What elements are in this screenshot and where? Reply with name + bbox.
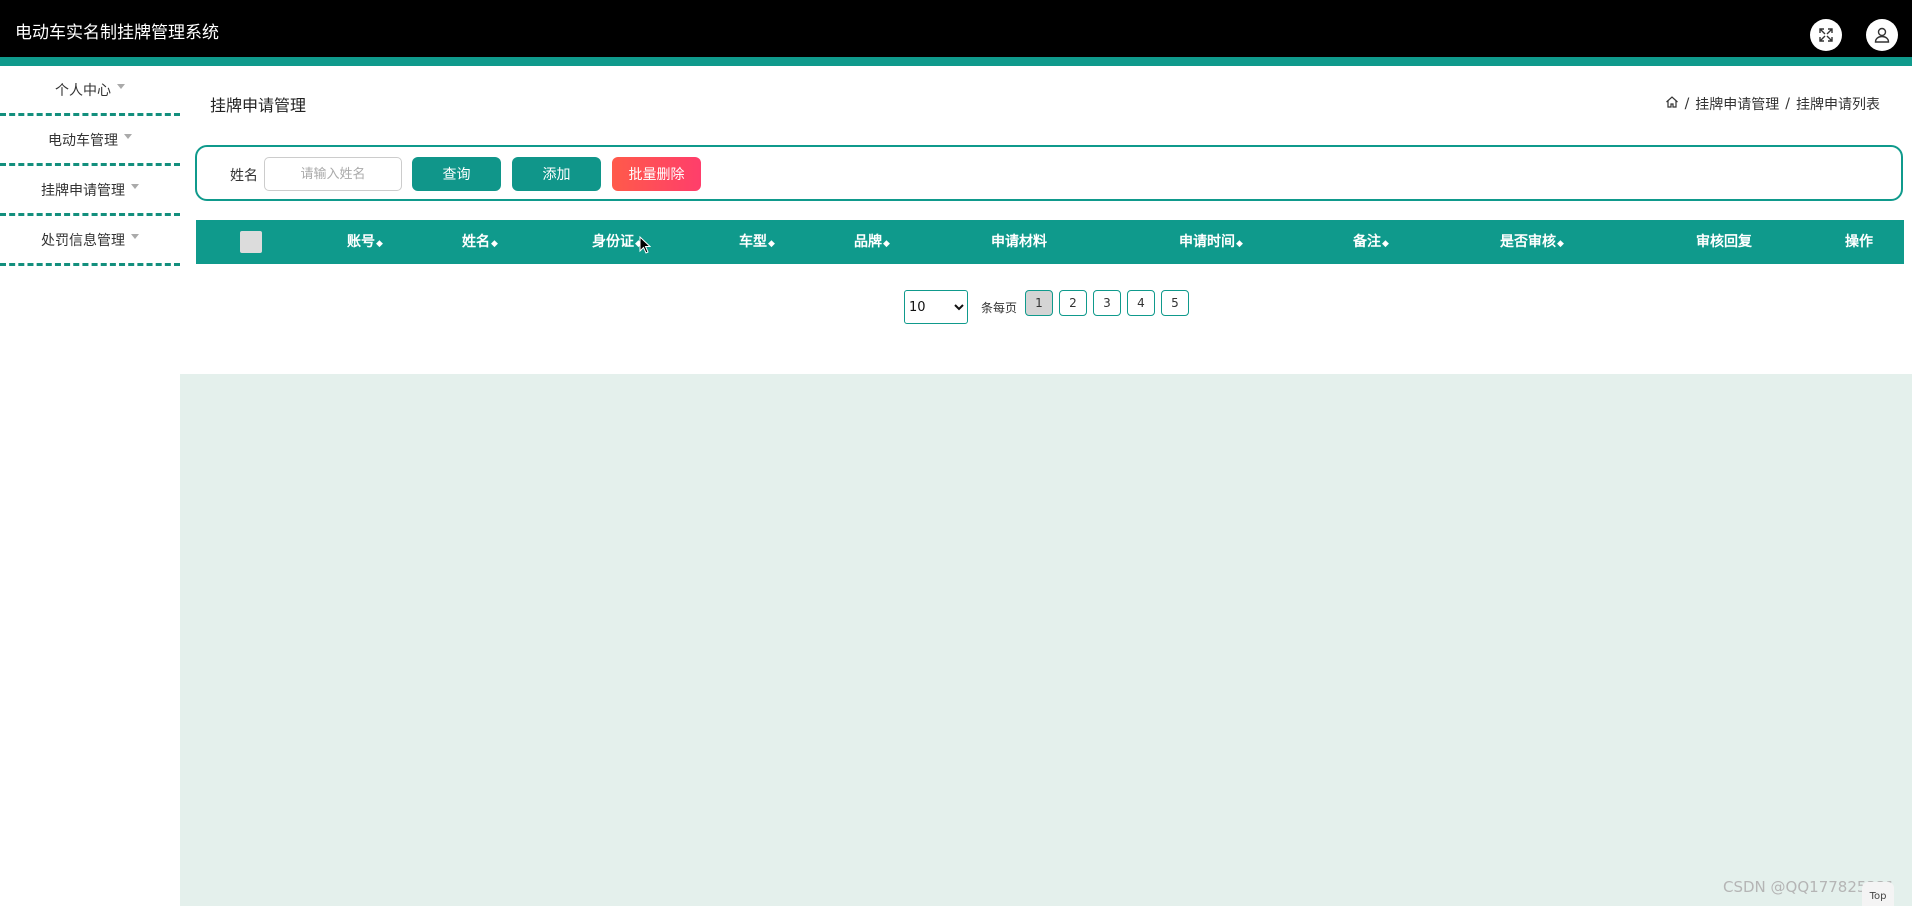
column-header-label: 账号: [347, 234, 376, 250]
caret-down-icon: [124, 134, 132, 139]
user-icon[interactable]: [1866, 19, 1898, 51]
page-button-4[interactable]: 4: [1127, 290, 1155, 316]
home-icon[interactable]: [1665, 95, 1679, 113]
column-header-label: 身份证: [592, 234, 635, 250]
sort-icon: ◆: [376, 239, 383, 249]
sort-icon: ◆: [768, 239, 775, 249]
mouse-cursor-icon: [639, 235, 652, 258]
page-button-3[interactable]: 3: [1093, 290, 1121, 316]
column-header-label: 申请材料: [991, 234, 1047, 250]
search-panel: 姓名 查询 添加 批量删除: [195, 145, 1903, 201]
breadcrumb-item: 挂牌申请列表: [1796, 97, 1880, 113]
sidebar-item-label: 个人中心: [55, 82, 111, 99]
column-header-vehicle-type[interactable]: 车型◆: [739, 220, 775, 264]
breadcrumb-separator: /: [1684, 96, 1690, 112]
sidebar-item-plate-application[interactable]: 挂牌申请管理: [0, 166, 180, 216]
sidebar-item-label: 处罚信息管理: [41, 232, 125, 249]
caret-down-icon: [117, 84, 125, 89]
sidebar-item-label: 挂牌申请管理: [41, 182, 125, 199]
column-header-materials: 申请材料: [991, 220, 1047, 264]
page-size-select[interactable]: 10: [904, 290, 968, 324]
add-button[interactable]: 添加: [512, 157, 601, 191]
caret-down-icon: [131, 234, 139, 239]
sidebar-item-penalty-info[interactable]: 处罚信息管理: [0, 216, 180, 266]
content-background: [180, 374, 1912, 906]
sort-icon: ◆: [1382, 239, 1389, 249]
page-button-5[interactable]: 5: [1161, 290, 1189, 316]
column-header-is-reviewed[interactable]: 是否审核◆: [1500, 220, 1564, 264]
top-header: 电动车实名制挂牌管理系统: [0, 0, 1912, 66]
column-header-review-reply: 审核回复: [1696, 220, 1752, 264]
column-header-label: 是否审核: [1500, 234, 1557, 250]
app-title: 电动车实名制挂牌管理系统: [15, 23, 219, 43]
column-header-label: 车型: [739, 234, 768, 250]
page-button-1[interactable]: 1: [1025, 290, 1053, 316]
column-header-name[interactable]: 姓名◆: [462, 220, 498, 264]
back-to-top-button[interactable]: Top: [1862, 882, 1894, 906]
column-header-brand[interactable]: 品牌◆: [854, 220, 890, 264]
per-page-label: 条每页: [981, 301, 1018, 315]
sort-icon: ◆: [491, 239, 498, 249]
table-header: 账号◆ 姓名◆ 身份证◆ 车型◆ 品牌◆ 申请材料 申请时间◆ 备注◆ 是否审核…: [196, 220, 1904, 264]
page-title: 挂牌申请管理: [210, 96, 307, 115]
column-header-label: 备注: [1353, 234, 1382, 250]
breadcrumb-item[interactable]: 挂牌申请管理: [1695, 94, 1779, 114]
column-header-apply-time[interactable]: 申请时间◆: [1179, 220, 1243, 264]
column-header-id-card[interactable]: 身份证◆: [592, 220, 642, 264]
name-label: 姓名: [230, 168, 258, 184]
column-header-label: 操作: [1845, 234, 1873, 250]
column-header-remark[interactable]: 备注◆: [1353, 220, 1389, 264]
sort-icon: ◆: [1236, 239, 1243, 249]
sidebar: 个人中心 电动车管理 挂牌申请管理 处罚信息管理: [0, 66, 180, 266]
caret-down-icon: [131, 184, 139, 189]
column-header-actions: 操作: [1845, 220, 1873, 264]
expand-icon[interactable]: [1810, 19, 1842, 51]
sort-icon: ◆: [883, 239, 890, 249]
batch-delete-button[interactable]: 批量删除: [612, 157, 701, 191]
breadcrumb: / 挂牌申请管理 / 挂牌申请列表: [1665, 94, 1880, 114]
column-header-label: 审核回复: [1696, 234, 1752, 250]
column-header-label: 品牌: [854, 234, 883, 250]
column-header-account[interactable]: 账号◆: [347, 220, 383, 264]
select-all-checkbox[interactable]: [240, 231, 262, 253]
column-header-label: 申请时间: [1179, 234, 1236, 250]
sidebar-item-personal-center[interactable]: 个人中心: [0, 66, 180, 116]
sort-icon: ◆: [1557, 239, 1564, 249]
sidebar-item-ebike-management[interactable]: 电动车管理: [0, 116, 180, 166]
column-header-label: 姓名: [462, 234, 491, 250]
breadcrumb-separator: /: [1785, 96, 1790, 112]
sidebar-item-label: 电动车管理: [48, 132, 118, 149]
query-button[interactable]: 查询: [412, 157, 501, 191]
page-button-2[interactable]: 2: [1059, 290, 1087, 316]
name-search-input[interactable]: [264, 157, 402, 191]
